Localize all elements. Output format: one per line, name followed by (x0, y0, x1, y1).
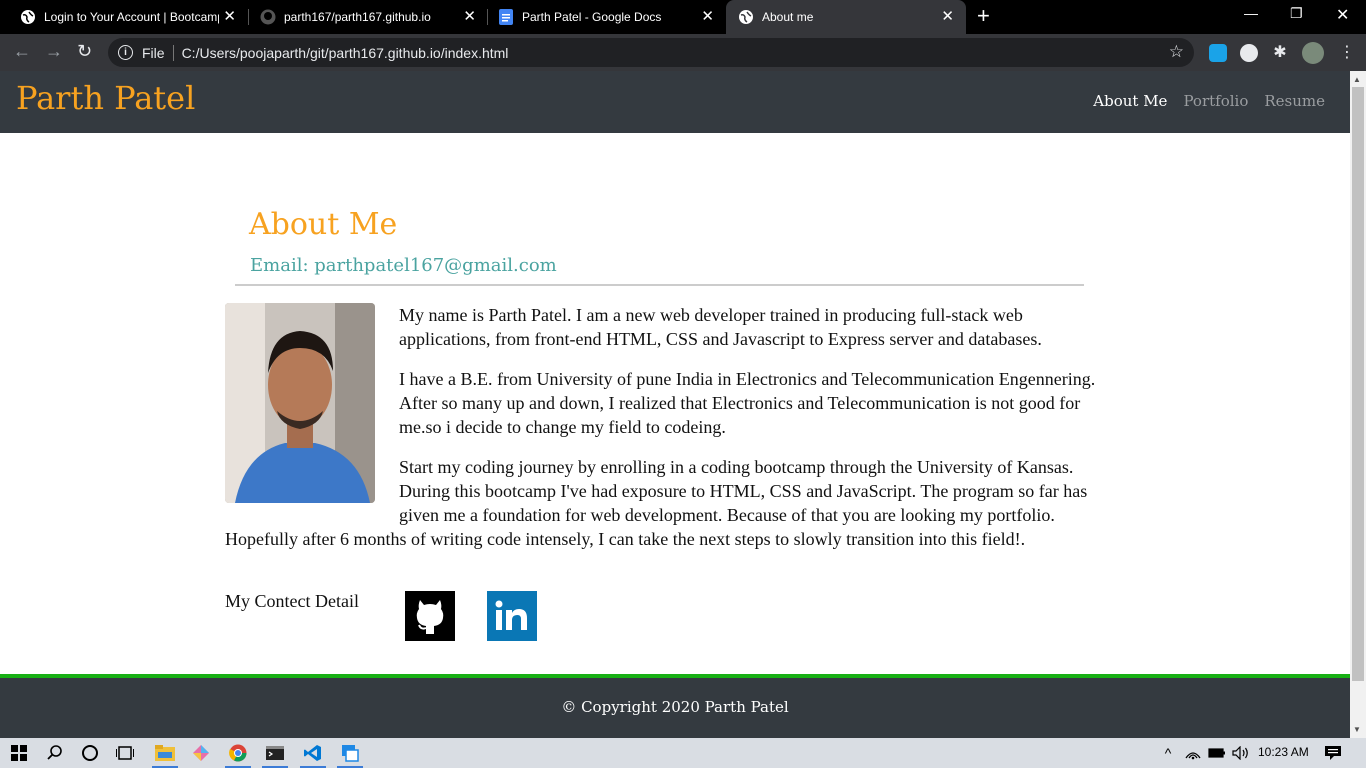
battery-icon[interactable] (1207, 743, 1227, 763)
close-tab-icon[interactable]: ✕ (463, 9, 476, 24)
app-diamond-icon[interactable] (191, 743, 211, 763)
scroll-down-icon[interactable]: ▼ (1353, 725, 1361, 734)
browser-tab[interactable]: Login to Your Account | Bootcamp ✕ (0, 0, 248, 34)
task-view-icon[interactable] (115, 743, 135, 763)
scheme-label: File (142, 44, 165, 61)
windows-taskbar: ^ 10:23 AM (0, 738, 1366, 768)
linkedin-link-icon[interactable] (487, 591, 537, 641)
system-clock[interactable]: 10:23 AM (1258, 745, 1309, 759)
search-icon[interactable] (45, 743, 65, 763)
copyright-text: © Copyright 2020 Parth Patel (561, 698, 789, 716)
page-title: About Me (249, 207, 398, 242)
close-tab-icon[interactable]: ✕ (941, 9, 954, 24)
docs-icon (498, 9, 514, 25)
scrollbar-thumb[interactable] (1352, 87, 1364, 681)
bookmark-star-icon[interactable]: ☆ (1169, 42, 1184, 62)
tab-title: About me (762, 10, 814, 24)
web-page: Parth Patel About Me Portfolio Resume Ab… (0, 71, 1350, 738)
browser-tab-strip: Login to Your Account | Bootcamp ✕ parth… (0, 0, 1366, 34)
nav-link-portfolio[interactable]: Portfolio (1183, 92, 1248, 110)
minimize-icon[interactable]: — (1244, 5, 1258, 21)
vscode-icon[interactable] (303, 743, 323, 763)
info-icon[interactable]: i (118, 45, 133, 60)
tab-title: Parth Patel - Google Docs (522, 10, 662, 24)
browser-tab-active[interactable]: About me ✕ (726, 0, 966, 34)
restore-icon[interactable]: ❐ (1290, 5, 1303, 22)
github-link-icon[interactable] (405, 591, 455, 641)
tab-title: Login to Your Account | Bootcamp (44, 10, 219, 24)
page-scrollbar[interactable]: ▲ ▼ (1350, 71, 1366, 738)
nav-link-resume[interactable]: Resume (1264, 92, 1325, 110)
extension-icon[interactable] (1209, 44, 1227, 62)
back-icon[interactable]: ← (13, 41, 31, 61)
contact-label: My Contect Detail (225, 591, 359, 611)
about-content: My name is Parth Patel. I am a new web d… (225, 303, 1100, 567)
tab-title: parth167/parth167.github.io (284, 10, 431, 24)
extensions-puzzle-icon[interactable]: ✱ (1271, 44, 1289, 62)
site-footer: © Copyright 2020 Parth Patel (0, 674, 1350, 738)
chrome-icon[interactable] (228, 743, 248, 763)
address-bar[interactable]: i File C:/Users/poojaparth/git/parth167.… (108, 38, 1194, 67)
volume-icon[interactable] (1231, 743, 1251, 763)
url-text[interactable]: C:/Users/poojaparth/git/parth167.github.… (182, 45, 509, 61)
windows-start-icon[interactable] (9, 743, 29, 763)
profile-avatar[interactable] (1302, 42, 1324, 64)
close-tab-icon[interactable]: ✕ (223, 9, 236, 24)
chevron-up-icon[interactable]: ^ (1158, 743, 1178, 763)
new-tab-plus-icon[interactable]: + (977, 5, 990, 27)
forward-icon[interactable]: → (45, 41, 63, 61)
site-navbar: Parth Patel About Me Portfolio Resume (0, 71, 1350, 133)
address-divider (172, 44, 174, 61)
divider (235, 284, 1084, 286)
file-explorer-icon[interactable] (155, 743, 175, 763)
browser-toolbar: ← → ↻ i File C:/Users/poojaparth/git/par… (0, 34, 1366, 71)
site-nav-links: About Me Portfolio Resume (1093, 92, 1325, 110)
email-text: Email: parthpatel167@gmail.com (250, 255, 557, 276)
terminal-icon[interactable] (265, 743, 285, 763)
browser-tab[interactable]: parth167/parth167.github.io ✕ (240, 0, 488, 34)
wifi-icon[interactable] (1183, 743, 1203, 763)
site-brand[interactable]: Parth Patel (16, 79, 195, 117)
profile-photo (225, 303, 375, 503)
reload-icon[interactable]: ↻ (77, 41, 92, 61)
github-icon (260, 9, 276, 25)
browser-tab[interactable]: Parth Patel - Google Docs ✕ (478, 0, 726, 34)
notifications-icon[interactable] (1323, 743, 1343, 763)
close-window-icon[interactable]: ✕ (1336, 5, 1349, 25)
close-tab-icon[interactable]: ✕ (701, 9, 714, 24)
nav-link-about[interactable]: About Me (1093, 92, 1167, 110)
scroll-up-icon[interactable]: ▲ (1353, 75, 1361, 84)
menu-kebab-icon[interactable]: ⋮ (1338, 44, 1356, 62)
cortana-icon[interactable] (80, 743, 100, 763)
extension-icon[interactable] (1240, 44, 1258, 62)
globe-icon (20, 9, 36, 25)
globe-icon (738, 9, 754, 25)
remote-desktop-icon[interactable] (340, 743, 360, 763)
